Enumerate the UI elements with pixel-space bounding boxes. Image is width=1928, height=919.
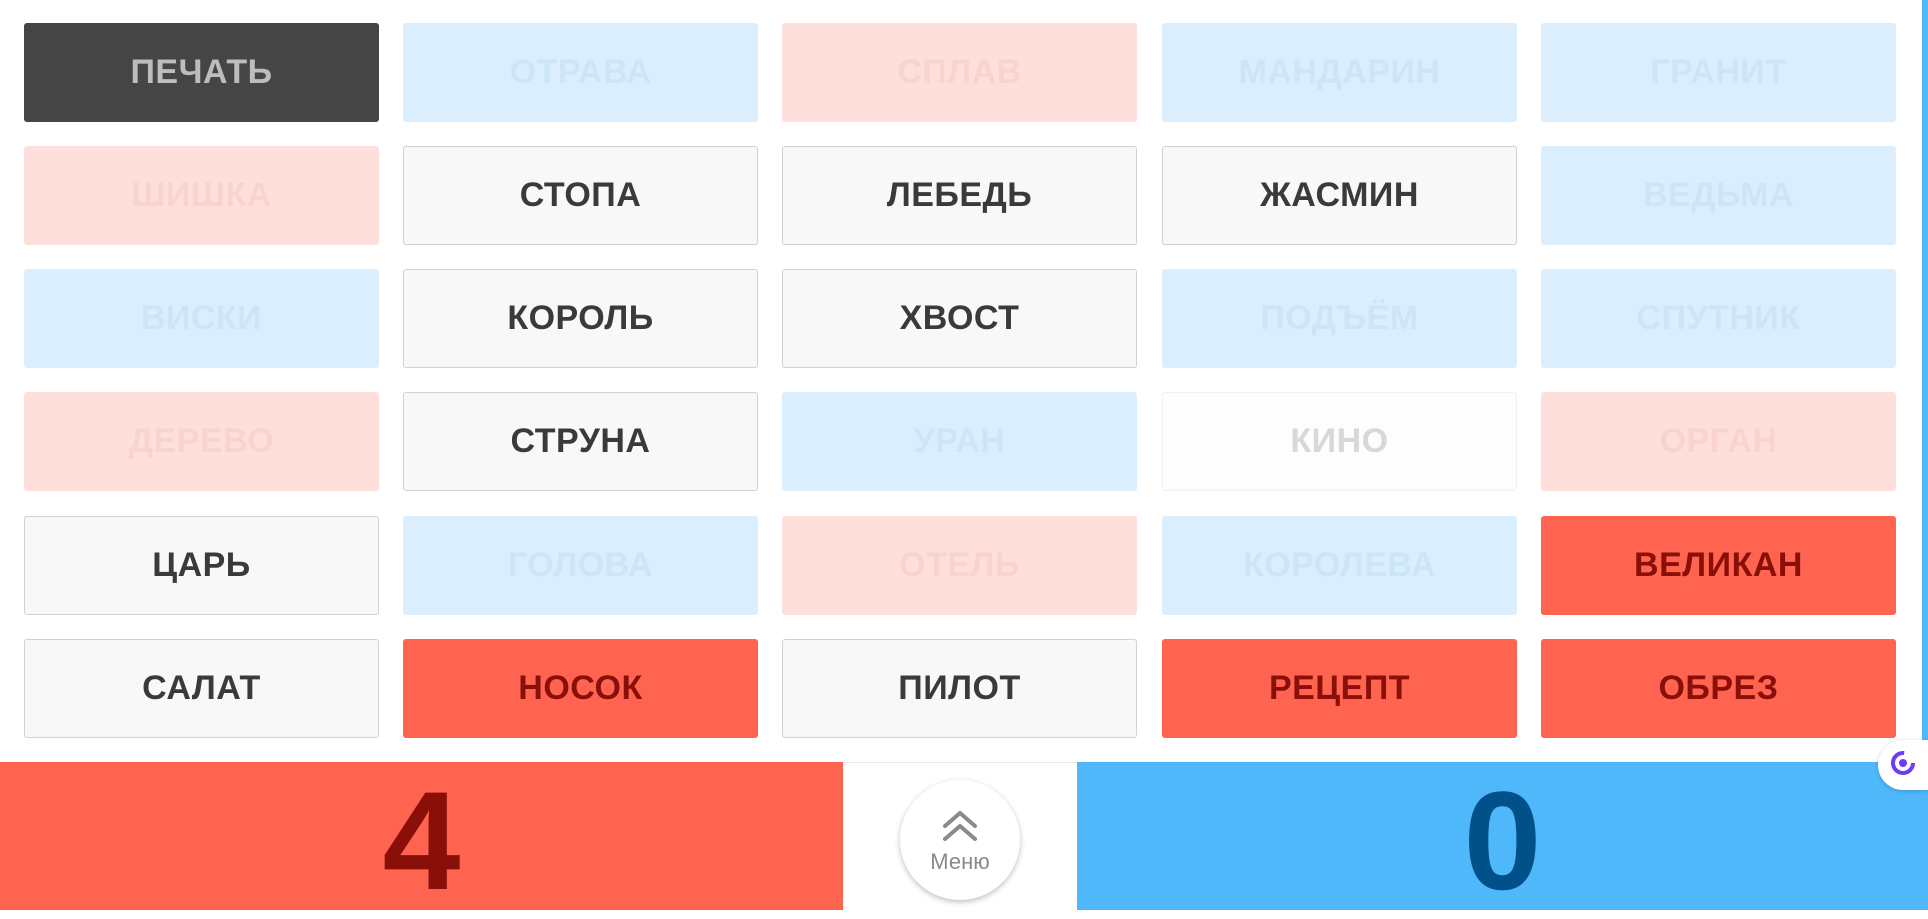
- word-card-label: ПОДЪЁМ: [1260, 299, 1419, 337]
- word-card[interactable]: УРАН: [782, 392, 1137, 491]
- word-card-label: ЖАСМИН: [1260, 176, 1419, 214]
- word-card[interactable]: ДЕРЕВО: [24, 392, 379, 491]
- word-card[interactable]: САЛАТ: [24, 639, 379, 738]
- word-card-label: РЕЦЕПТ: [1268, 669, 1411, 707]
- double-chevron-up-icon: [941, 805, 979, 843]
- word-card[interactable]: ВИСКИ: [24, 269, 379, 368]
- word-card-label: УРАН: [913, 422, 1006, 460]
- word-card-label: СПЛАВ: [897, 53, 1022, 91]
- word-card-label: ГРАНИТ: [1650, 53, 1787, 91]
- word-card-label: МАНДАРИН: [1238, 53, 1441, 91]
- word-card-label: ВИСКИ: [140, 299, 263, 337]
- word-card[interactable]: ПИЛОТ: [782, 639, 1137, 738]
- word-card-label: КОРОЛЬ: [507, 299, 654, 337]
- word-card[interactable]: ОТРАВА: [403, 23, 758, 122]
- red-team-score: 4: [0, 762, 843, 919]
- word-card[interactable]: ЦАРЬ: [24, 516, 379, 615]
- word-card-label: КОРОЛЕВА: [1243, 546, 1436, 584]
- word-card-label: ЛЕБЕДЬ: [886, 176, 1033, 214]
- word-card[interactable]: СТРУНА: [403, 392, 758, 491]
- word-card-label: СТРУНА: [510, 422, 651, 460]
- word-card[interactable]: КОРОЛЕВА: [1162, 516, 1517, 615]
- word-card[interactable]: ОБРЕЗ: [1541, 639, 1896, 738]
- word-card[interactable]: СТОПА: [403, 146, 758, 245]
- word-card[interactable]: ШИШКА: [24, 146, 379, 245]
- word-card[interactable]: ПЕЧАТЬ: [24, 23, 379, 122]
- word-card[interactable]: ОТЕЛЬ: [782, 516, 1137, 615]
- word-card[interactable]: НОСОК: [403, 639, 758, 738]
- word-card-label: ОБРЕЗ: [1658, 669, 1779, 707]
- word-card-label: ОТЕЛЬ: [899, 546, 1020, 584]
- word-card-label: ШИШКА: [131, 176, 272, 214]
- word-card-label: ХВОСТ: [899, 299, 1020, 337]
- word-card[interactable]: СПЛАВ: [782, 23, 1137, 122]
- word-card[interactable]: ЖАСМИН: [1162, 146, 1517, 245]
- word-card[interactable]: ГРАНИТ: [1541, 23, 1896, 122]
- word-card[interactable]: ОРГАН: [1541, 392, 1896, 491]
- word-card-label: КИНО: [1290, 422, 1389, 460]
- blue-team-edge-bar: [1922, 0, 1928, 762]
- word-card[interactable]: РЕЦЕПТ: [1162, 639, 1517, 738]
- word-card[interactable]: ВЕЛИКАН: [1541, 516, 1896, 615]
- word-card-label: ВЕЛИКАН: [1634, 546, 1803, 584]
- word-card[interactable]: ГОЛОВА: [403, 516, 758, 615]
- word-card[interactable]: ЛЕБЕДЬ: [782, 146, 1137, 245]
- word-card[interactable]: ПОДЪЁМ: [1162, 269, 1517, 368]
- word-card-label: ГОЛОВА: [507, 546, 654, 584]
- word-card-label: ЦАРЬ: [152, 546, 251, 584]
- word-card-label: ПЕЧАТЬ: [130, 53, 273, 91]
- word-card-label: СПУТНИК: [1636, 299, 1801, 337]
- widget-logo-icon: [1888, 748, 1918, 783]
- side-widget-button[interactable]: [1878, 740, 1928, 790]
- red-score-value: 4: [382, 762, 461, 919]
- word-card-label: ВЕДЬМА: [1643, 176, 1794, 214]
- word-card-label: ОТРАВА: [509, 53, 652, 91]
- menu-label: Меню: [930, 849, 990, 874]
- blue-score-value: 0: [1463, 762, 1542, 919]
- word-card-label: НОСОК: [518, 669, 643, 707]
- game-board: ПЕЧАТЬ ОТРАВА СПЛАВ МАНДАРИН ГРАНИТ ШИШКА СТОП…: [0, 0, 1928, 762]
- word-card[interactable]: КИНО: [1162, 392, 1517, 491]
- word-card[interactable]: МАНДАРИН: [1162, 23, 1517, 122]
- word-card-label: ДЕРЕВО: [128, 422, 275, 460]
- word-card-label: СТОПА: [519, 176, 642, 214]
- blue-team-score: 0: [1077, 762, 1928, 919]
- word-card-label: ОРГАН: [1659, 422, 1778, 460]
- word-card-label: ПИЛОТ: [898, 669, 1021, 707]
- word-card[interactable]: ХВОСТ: [782, 269, 1137, 368]
- word-card[interactable]: ВЕДЬМА: [1541, 146, 1896, 245]
- word-card[interactable]: СПУТНИК: [1541, 269, 1896, 368]
- word-card-label: САЛАТ: [142, 669, 261, 707]
- word-card[interactable]: КОРОЛЬ: [403, 269, 758, 368]
- menu-button[interactable]: Меню: [900, 780, 1020, 900]
